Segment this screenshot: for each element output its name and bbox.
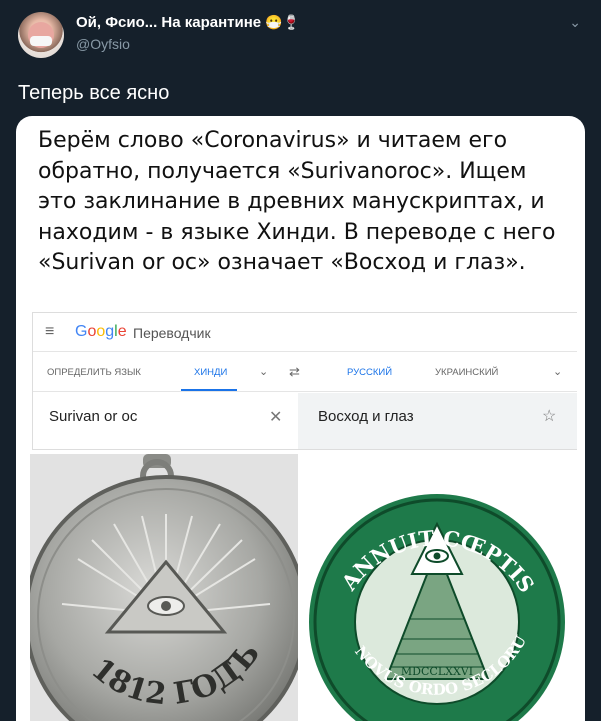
translator-screenshot: ≡ Google Переводчик ОПРЕДЕЛИТЬ ЯЗЫК ХИНД… (32, 312, 577, 450)
seal-drawing: MDCCLXXVI ANNUIT CŒPTIS NOVUS ORDO SECLO… (306, 454, 565, 721)
medal-image: 1812 ГОДЪ (30, 454, 298, 721)
author-row: Ой, Фсио... На карантине 😷🍷 (76, 14, 300, 31)
star-icon: ☆ (542, 408, 557, 425)
avatar[interactable] (18, 12, 64, 58)
tweet: Ой, Фсио... На карантине 😷🍷 @Oyfsio ⌄ Те… (0, 0, 601, 721)
display-name[interactable]: Ой, Фсио... На карантине (76, 14, 261, 31)
lang-russian: РУССКИЙ (347, 367, 393, 378)
chevron-down-icon: ⌄ (553, 366, 563, 378)
handle[interactable]: @Oyfsio (76, 36, 130, 52)
google-logo: Google (75, 323, 127, 340)
tweet-text: Теперь все ясно (18, 82, 170, 104)
active-lang-underline (181, 389, 237, 391)
menu-icon: ≡ (45, 323, 55, 340)
chevron-down-icon: ⌄ (259, 366, 269, 378)
great-seal-image: MDCCLXXVI ANNUIT CŒPTIS NOVUS ORDO SECLO… (306, 454, 568, 721)
medal-drawing: 1812 ГОДЪ (30, 454, 298, 721)
display-name-emoji: 😷🍷 (265, 14, 301, 30)
language-bar: ОПРЕДЕЛИТЬ ЯЗЫК ХИНДИ ⌄ ⇄ РУССКИЙ УКРАИН… (33, 355, 577, 392)
lang-ukrainian: УКРАИНСКИЙ (435, 367, 499, 378)
translator-header: ≡ Google Переводчик (33, 313, 577, 352)
lang-detect: ОПРЕДЕЛИТЬ ЯЗЫК (47, 367, 141, 378)
source-text: Surivan or oc (49, 408, 138, 425)
tweet-image[interactable]: Берём слово «Coronavirus» и читаем его о… (16, 116, 585, 721)
target-text: Восход и глаз (318, 408, 414, 425)
close-icon: ✕ (269, 409, 283, 426)
chevron-down-icon[interactable]: ⌄ (569, 14, 581, 31)
lang-hindi: ХИНДИ (194, 367, 228, 378)
target-panel: Восход и глаз ☆ (298, 393, 577, 449)
seal-numeral: MDCCLXXVI (401, 665, 473, 678)
source-panel: Surivan or oc ✕ (33, 393, 296, 449)
image-caption: Берём слово «Coronavirus» и читаем его о… (38, 128, 556, 275)
swap-icon: ⇄ (289, 364, 300, 379)
translator-title: Переводчик (133, 325, 211, 341)
